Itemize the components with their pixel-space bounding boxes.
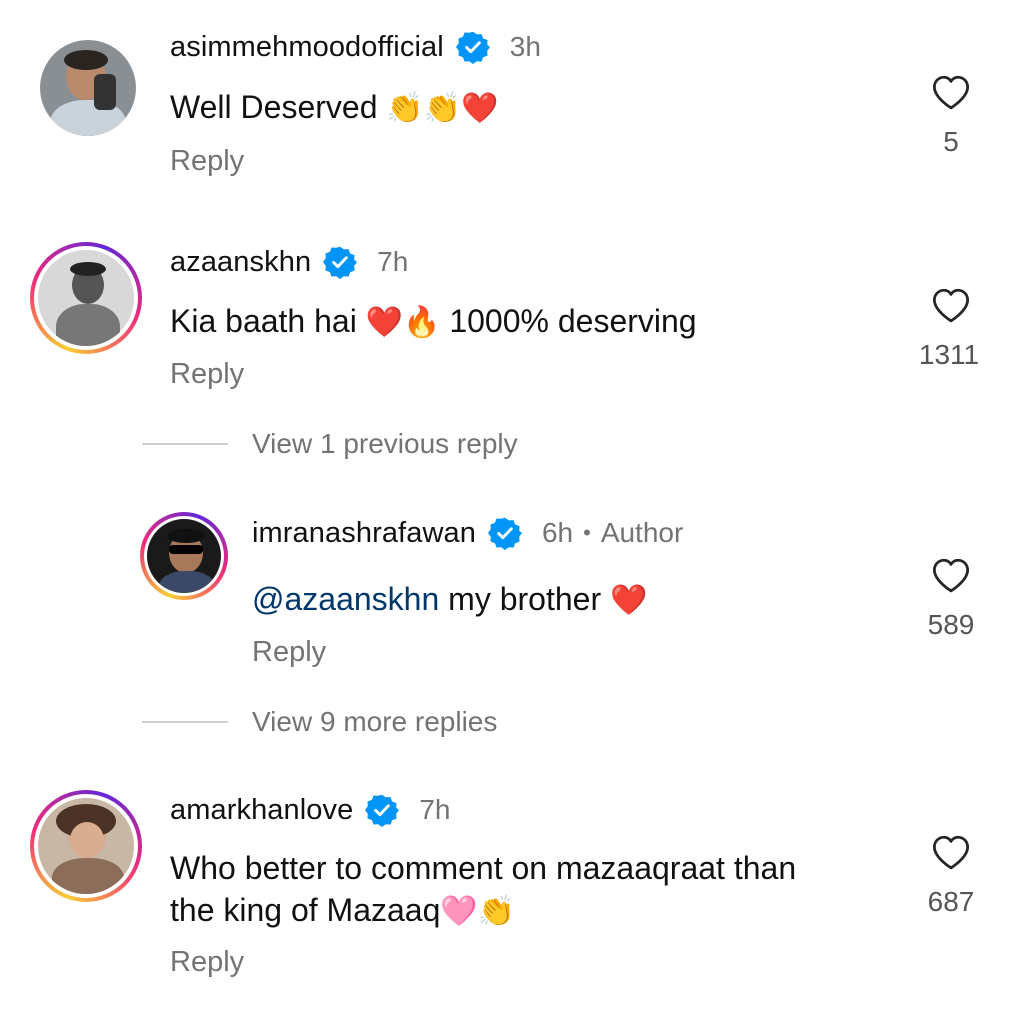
comment-body-line1: Who better to comment on mazaaqraat than: [170, 850, 797, 886]
pink-heart-clap-emoji: 🩷👏: [440, 895, 516, 928]
like-count: 687: [927, 886, 975, 917]
comment-body-line2: the king of Mazaaq🩷👏: [170, 889, 890, 933]
avatar-with-story-ring[interactable]: [30, 790, 142, 902]
reply-button[interactable]: Reply: [170, 946, 244, 979]
verified-badge-icon: [365, 794, 400, 827]
comment-text: Who better to comment on mazaaqraat than…: [170, 847, 890, 933]
comment-header: amarkhanlove 7h: [170, 793, 451, 827]
timestamp: 7h: [419, 794, 451, 825]
heart-icon[interactable]: [930, 832, 972, 874]
like-control: 687: [921, 832, 981, 918]
username[interactable]: amarkhanlove: [170, 794, 353, 827]
comment-amarkhanlove: amarkhanlove 7h Who better to comment on…: [0, 0, 1024, 1018]
comment-body-line2-text: the king of Mazaaq: [170, 892, 441, 928]
